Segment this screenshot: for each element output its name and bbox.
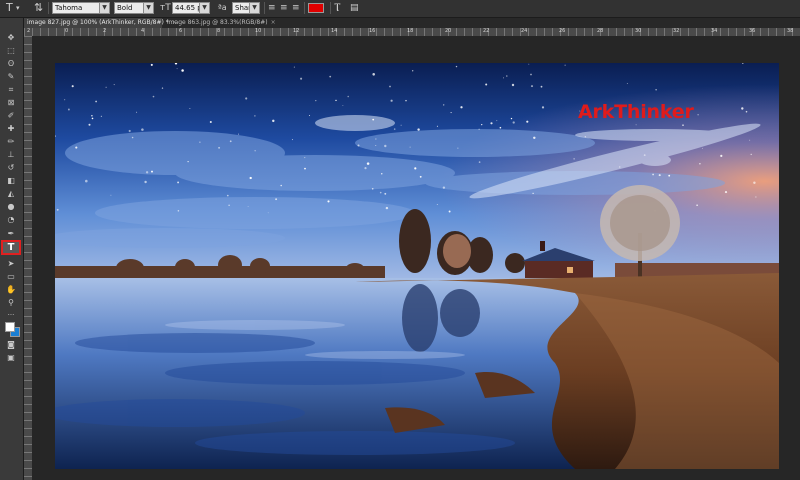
lasso-tool-icon[interactable]: ʘ: [3, 58, 19, 69]
ruler-label: 30: [635, 28, 642, 34]
ruler-label: 16: [369, 28, 376, 34]
landscape-photo: [55, 63, 779, 469]
ruler-label: 12: [293, 28, 300, 34]
quick-select-tool-icon[interactable]: ✎: [3, 71, 19, 82]
quick-mask-icon[interactable]: ◙: [3, 339, 19, 350]
ruler-label: 8: [217, 28, 221, 34]
healing-brush-tool-icon[interactable]: ✚: [3, 123, 19, 134]
font-size-icon: ᴛT: [160, 3, 171, 13]
ruler-label: 20: [445, 28, 452, 34]
align-left-icon[interactable]: ≡: [268, 2, 276, 14]
chevron-down-icon: ▼: [143, 3, 153, 13]
eraser-tool-icon[interactable]: ◧: [3, 175, 19, 186]
tools-panel: ✥ ⬚ ʘ ✎ ⌗ ⊠ ✐ ✚ ✏ ⊥ ↺ ◧ ◭ ● ◔ ✒ T ➤ ▭ ✋ …: [0, 18, 24, 480]
history-brush-tool-icon[interactable]: ↺: [3, 162, 19, 173]
dodge-tool-icon[interactable]: ◔: [3, 214, 19, 225]
ruler-label: 24: [521, 28, 528, 34]
ruler-label: 0: [65, 28, 69, 34]
path-selection-tool-icon[interactable]: ➤: [3, 258, 19, 269]
tab-image-827[interactable]: image 827.jpg @ 100% (ArkThinker, RGB/8#…: [24, 18, 177, 28]
antialias-select[interactable]: Sharp ▼: [232, 2, 260, 14]
antialias-icon: ªa: [218, 3, 227, 12]
ruler-label: 14: [331, 28, 338, 34]
frame-tool-icon[interactable]: ⊠: [3, 97, 19, 108]
type-tool-icon[interactable]: T: [1, 240, 21, 255]
align-center-icon[interactable]: ≡: [280, 2, 288, 14]
ruler-label: 34: [711, 28, 718, 34]
pen-tool-icon[interactable]: ✒: [3, 228, 19, 239]
tab-image-863[interactable]: image 863.jpg @ 83.3%(RGB/8#) ×: [164, 18, 284, 28]
chevron-down-icon: ▼: [99, 3, 109, 13]
warp-text-icon[interactable]: Ⲧ: [334, 2, 341, 14]
text-color-swatch[interactable]: [308, 3, 324, 13]
ruler-label: 32: [673, 28, 680, 34]
options-bar: T ▾ ⇅ Tahoma ▼ Bold ▼ ᴛT 44.65 pt ▼ ªa Shar…: [0, 0, 800, 18]
brush-tool-icon[interactable]: ✏: [3, 136, 19, 147]
chevron-down-icon: ▼: [199, 3, 209, 13]
hand-tool-icon[interactable]: ✋: [3, 284, 19, 295]
type-tool-preset-icon[interactable]: T: [6, 2, 13, 14]
ruler-label: 18: [407, 28, 414, 34]
ruler-label: 36: [749, 28, 756, 34]
ruler-label: 28: [597, 28, 604, 34]
tool-preset-arrow-icon[interactable]: ▾: [16, 2, 20, 14]
ruler-label: 2: [27, 28, 31, 34]
arkthinker-text-layer[interactable]: ArkThinker: [578, 101, 694, 123]
ruler-label: 38: [787, 28, 794, 34]
document-image[interactable]: ArkThinker: [55, 63, 779, 469]
crop-tool-icon[interactable]: ⌗: [3, 84, 19, 95]
zoom-tool-icon[interactable]: ⚲: [3, 297, 19, 308]
font-family-select[interactable]: Tahoma ▼: [52, 2, 110, 14]
foreground-color-swatch[interactable]: [5, 322, 15, 332]
move-tool-icon[interactable]: ✥: [3, 32, 19, 43]
ruler-label: 6: [179, 28, 183, 34]
blur-tool-icon[interactable]: ●: [3, 201, 19, 212]
chevron-down-icon: ▼: [249, 3, 259, 13]
ruler-label: 26: [559, 28, 566, 34]
align-right-icon[interactable]: ≡: [292, 2, 300, 14]
paint-bucket-tool-icon[interactable]: ◭: [3, 188, 19, 199]
ruler-label: 10: [255, 28, 262, 34]
vertical-ruler[interactable]: [24, 36, 32, 480]
close-icon[interactable]: ×: [271, 19, 276, 26]
more-tools-icon[interactable]: ···: [3, 310, 19, 321]
horizontal-ruler[interactable]: 2 0 2 4 6 8 10 12 14 16 18 20 22 24 26 28 30 32 34 36 38: [24, 28, 800, 36]
ruler-label: 2: [103, 28, 107, 34]
clone-stamp-tool-icon[interactable]: ⊥: [3, 149, 19, 160]
marquee-tool-icon[interactable]: ⬚: [3, 45, 19, 56]
ruler-label: 4: [141, 28, 145, 34]
font-size-select[interactable]: 44.65 pt ▼: [172, 2, 210, 14]
document-tabs: image 827.jpg @ 100% (ArkThinker, RGB/8#…: [24, 18, 800, 28]
character-panel-icon[interactable]: ▤: [350, 2, 359, 14]
screen-mode-icon[interactable]: ▣: [3, 352, 19, 363]
rectangle-tool-icon[interactable]: ▭: [3, 271, 19, 282]
ruler-label: 22: [483, 28, 490, 34]
toggle-orientation-icon[interactable]: ⇅: [34, 2, 43, 14]
font-style-select[interactable]: Bold ▼: [114, 2, 154, 14]
eyedropper-tool-icon[interactable]: ✐: [3, 110, 19, 121]
